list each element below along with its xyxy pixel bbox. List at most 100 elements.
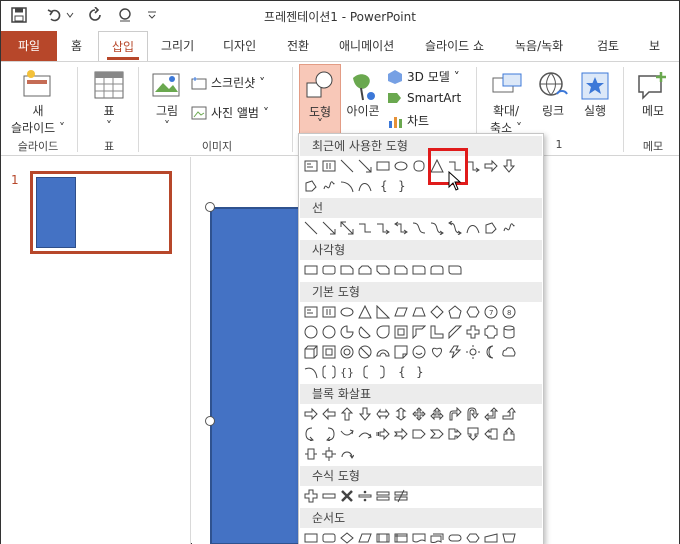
left-arrow-shape-icon[interactable] xyxy=(321,406,337,422)
elbow-connector-shape-icon[interactable] xyxy=(357,220,373,236)
up-down-arrow-shape-icon[interactable] xyxy=(393,406,409,422)
divide-shape-icon[interactable] xyxy=(357,488,373,504)
link-button[interactable]: 링크 xyxy=(533,102,573,119)
manual-input-shape-icon[interactable] xyxy=(483,530,499,544)
snip-corner-rectangle-shape-icon[interactable] xyxy=(339,262,355,278)
right-arrow-shape-icon[interactable] xyxy=(303,406,319,422)
half-frame-shape-icon[interactable] xyxy=(411,324,427,340)
frame-shape-icon[interactable] xyxy=(393,324,409,340)
picture-button[interactable]: 그림 ˅ xyxy=(147,102,187,133)
cube-shape-icon[interactable] xyxy=(303,344,319,360)
tab-view[interactable]: 보기 xyxy=(641,31,679,83)
left-right-up-arrow-shape-icon[interactable] xyxy=(429,406,445,422)
line-shape-icon[interactable] xyxy=(339,158,355,174)
alternate-process-shape-icon[interactable] xyxy=(321,530,337,544)
donut-shape-icon[interactable] xyxy=(339,344,355,360)
comment-button[interactable]: 메모 xyxy=(631,102,675,119)
curved-down-arrow-shape-icon[interactable] xyxy=(357,426,373,442)
diagonal-stripe-shape-icon[interactable] xyxy=(447,324,463,340)
round-diagonal-rectangle-shape-icon[interactable] xyxy=(447,262,463,278)
slide-thumbnail[interactable] xyxy=(30,171,172,254)
curve-shape-icon[interactable] xyxy=(339,178,355,194)
curved-double-arrow-shape-icon[interactable] xyxy=(447,220,463,236)
tab-file[interactable]: 파일 xyxy=(1,31,57,61)
notched-right-arrow-shape-icon[interactable] xyxy=(393,426,409,442)
minus-shape-icon[interactable] xyxy=(321,488,337,504)
up-arrow-callout-shape-icon[interactable] xyxy=(501,426,517,442)
bent-arrow-shape-icon[interactable] xyxy=(447,406,463,422)
decision-shape-icon[interactable] xyxy=(339,530,355,544)
equal-shape-icon[interactable] xyxy=(375,488,391,504)
oval-shape-icon[interactable] xyxy=(393,158,409,174)
tab-insert[interactable]: 삽입 xyxy=(98,31,148,62)
octagon-shape-icon[interactable]: 8 xyxy=(501,304,517,320)
tab-slideshow[interactable]: 슬라이드 쇼 xyxy=(417,31,492,61)
right-arrow-callout-shape-icon[interactable] xyxy=(447,426,463,442)
multidocument-shape-icon[interactable] xyxy=(429,530,445,544)
snip-same-side-rectangle-shape-icon[interactable] xyxy=(357,262,373,278)
table-button[interactable]: 표 ˅ xyxy=(89,102,129,133)
pentagon-shape-icon[interactable] xyxy=(447,304,463,320)
heart-shape-icon[interactable] xyxy=(429,344,445,360)
curved-up-arrow-shape-icon[interactable] xyxy=(339,426,355,442)
round-corner-rectangle-shape-icon[interactable] xyxy=(411,262,427,278)
predefined-process-shape-icon[interactable] xyxy=(375,530,391,544)
dodecagon-shape-icon[interactable] xyxy=(321,324,337,340)
scribble-shape-icon[interactable] xyxy=(501,220,517,236)
manual-operation-shape-icon[interactable] xyxy=(501,530,517,544)
u-turn-arrow-shape-icon[interactable] xyxy=(465,406,481,422)
preparation-shape-icon[interactable] xyxy=(465,530,481,544)
3d-model-button[interactable]: 3D 모델 ˅ xyxy=(387,68,460,85)
right-arrow-shape-icon[interactable] xyxy=(483,158,499,174)
elbow-arrow-shape-icon[interactable] xyxy=(375,220,391,236)
trapezoid-shape-icon[interactable] xyxy=(411,304,427,320)
oval-shape-icon[interactable] xyxy=(339,304,355,320)
sun-shape-icon[interactable] xyxy=(465,344,481,360)
arc-shape-icon[interactable] xyxy=(303,364,319,380)
teardrop-shape-icon[interactable] xyxy=(375,324,391,340)
diamond-shape-icon[interactable] xyxy=(429,304,445,320)
hexagon-shape-icon[interactable] xyxy=(465,304,481,320)
snip-round-rectangle-shape-icon[interactable] xyxy=(393,262,409,278)
data-shape-icon[interactable] xyxy=(357,530,373,544)
down-arrow-shape-icon[interactable] xyxy=(357,406,373,422)
curved-right-arrow-shape-icon[interactable] xyxy=(303,426,319,442)
left-brace-shape-icon[interactable]: { xyxy=(375,178,391,194)
rounded-rect-shape-icon[interactable] xyxy=(411,158,427,174)
bevel-shape-icon[interactable] xyxy=(321,344,337,360)
pentagon-arrow-shape-icon[interactable] xyxy=(411,426,427,442)
screenshot-button[interactable]: 스크린샷 ˅ xyxy=(191,74,265,91)
multiply-shape-icon[interactable] xyxy=(339,488,355,504)
plus-shape-icon[interactable] xyxy=(303,488,319,504)
arc-shape-icon[interactable] xyxy=(357,178,373,194)
rounded-rectangle-shape-icon[interactable] xyxy=(321,262,337,278)
elbow-double-arrow-shape-icon[interactable] xyxy=(393,220,409,236)
photo-album-button[interactable]: 사진 앨범 ˅ xyxy=(191,104,269,121)
right-brace-shape-icon[interactable]: } xyxy=(393,178,409,194)
parallelogram-shape-icon[interactable] xyxy=(393,304,409,320)
rectangle-shape-icon[interactable] xyxy=(303,262,319,278)
chevron-shape-icon[interactable] xyxy=(429,426,445,442)
right-triangle-shape-icon[interactable] xyxy=(375,304,391,320)
icons-button[interactable]: 아이콘 xyxy=(341,102,385,119)
shapes-button[interactable]: 도형 ˅ xyxy=(299,64,341,134)
resize-handle[interactable] xyxy=(205,416,215,426)
tab-transitions[interactable]: 전환 xyxy=(279,31,317,61)
freeform-shape-icon[interactable] xyxy=(303,178,319,194)
freeform-shape-icon[interactable] xyxy=(483,220,499,236)
curved-arrow-connector-shape-icon[interactable] xyxy=(429,220,445,236)
snip-diagonal-rectangle-shape-icon[interactable] xyxy=(375,262,391,278)
tab-review[interactable]: 검토 xyxy=(589,31,627,61)
smiley-face-shape-icon[interactable] xyxy=(411,344,427,360)
tab-design[interactable]: 디자인 xyxy=(215,31,264,61)
pie-shape-icon[interactable] xyxy=(339,324,355,340)
not-equal-shape-icon[interactable] xyxy=(393,488,409,504)
chord-shape-icon[interactable] xyxy=(357,324,373,340)
new-slide-button[interactable]: 새 슬라이드 ˅ xyxy=(5,102,71,136)
double-bracket-shape-icon[interactable] xyxy=(321,364,337,380)
cross-shape-icon[interactable] xyxy=(465,324,481,340)
zoom-button[interactable]: 확대/축소 ˅ xyxy=(481,102,531,136)
triangle-shape-icon[interactable] xyxy=(357,304,373,320)
text-box-shape-icon[interactable] xyxy=(303,304,319,320)
left-right-arrow-shape-icon[interactable] xyxy=(375,406,391,422)
